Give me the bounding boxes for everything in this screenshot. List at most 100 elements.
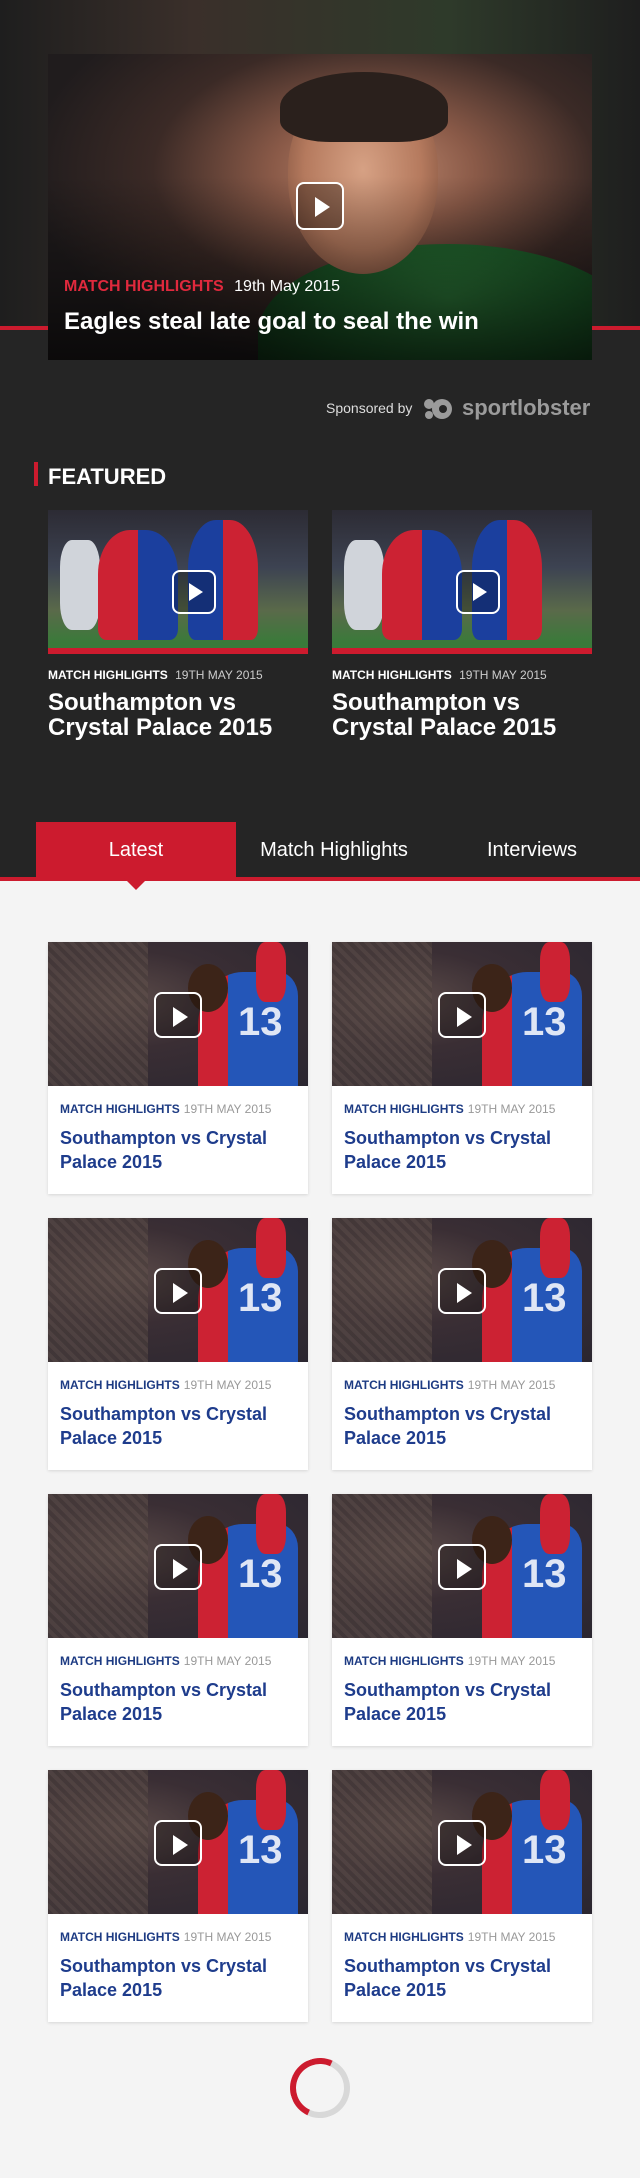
video-category: MATCH HIGHLIGHTS [344,1102,464,1116]
jersey-number: 13 [522,1552,567,1596]
featured-meta: MATCH HIGHLIGHTS 19TH MAY 2015 [48,668,308,682]
sponsor-label: Sponsored by [326,400,413,416]
featured-heading: FEATURED [48,464,167,489]
tab-latest[interactable]: Latest [36,822,236,890]
video-category: MATCH HIGHLIGHTS [344,1378,464,1392]
featured-card[interactable]: MATCH HIGHLIGHTS 19TH MAY 2015 Southampt… [48,510,308,740]
video-thumbnail[interactable]: 13 [48,942,308,1086]
crowd-background [48,942,148,1086]
sponsor-brand: sportlobster [462,395,591,420]
tab-interviews[interactable]: Interviews [432,822,632,878]
video-title[interactable]: Southampton vs Crystal Palace 2015 [344,1954,584,2002]
video-date: 19TH MAY 2015 [183,1930,272,1944]
video-date: 19TH MAY 2015 [183,1102,272,1116]
video-thumbnail[interactable]: 13 [332,942,592,1086]
video-category: MATCH HIGHLIGHTS [60,1930,180,1944]
jersey-number: 13 [522,1276,567,1320]
play-icon[interactable] [438,1268,486,1314]
hero-meta: MATCH HIGHLIGHTS 19th May 2015 [64,278,340,296]
player-figure [344,540,384,630]
video-date: 19TH MAY 2015 [467,1102,556,1116]
play-icon[interactable] [296,182,344,230]
featured-title[interactable]: Southampton vs Crystal Palace 2015 [48,690,308,740]
video-title[interactable]: Southampton vs Crystal Palace 2015 [60,1954,300,2002]
hero-date: 19th May 2015 [234,278,340,295]
featured-title[interactable]: Southampton vs Crystal Palace 2015 [332,690,592,740]
video-card[interactable]: 13 MATCH HIGHLIGHTS 19TH MAY 2015 Southampt… [332,1770,592,2022]
video-thumbnail[interactable]: 13 [48,1218,308,1362]
video-title[interactable]: Southampton vs Crystal Palace 2015 [344,1126,584,1174]
crowd-background [332,1218,432,1362]
featured-card[interactable]: MATCH HIGHLIGHTS 19TH MAY 2015 Southampt… [332,510,592,740]
thumbnail-stripe [332,648,592,654]
video-title[interactable]: Southampton vs Crystal Palace 2015 [60,1678,300,1726]
jersey-number: 13 [238,1000,283,1044]
play-icon[interactable] [438,1820,486,1866]
play-icon[interactable] [172,570,216,614]
video-card[interactable]: 13 MATCH HIGHLIGHTS 19TH MAY 2015 Southampt… [332,1494,592,1746]
featured-meta: MATCH HIGHLIGHTS 19TH MAY 2015 [332,668,592,682]
featured-thumbnail[interactable] [332,510,592,654]
hero-video[interactable]: MATCH HIGHLIGHTS 19th May 2015 Eagles st… [48,54,592,360]
video-meta: MATCH HIGHLIGHTS 19TH MAY 2015 [60,1654,271,1668]
video-category: MATCH HIGHLIGHTS [344,1654,464,1668]
play-icon[interactable] [154,1268,202,1314]
player-arm [540,942,570,1002]
play-icon[interactable] [438,1544,486,1590]
player-figure [60,540,100,630]
jersey-number: 13 [238,1552,283,1596]
sponsor[interactable]: Sponsored by sportlobster [326,395,592,422]
crowd-background [48,1770,148,1914]
featured-category: MATCH HIGHLIGHTS [332,668,452,682]
player-arm [540,1494,570,1554]
play-icon[interactable] [154,1820,202,1866]
jersey-number: 13 [522,1000,567,1044]
video-thumbnail[interactable]: 13 [332,1218,592,1362]
loading-spinner [281,2049,359,2127]
player-figure [98,530,178,640]
lobster-logo-icon [424,399,452,419]
video-date: 19TH MAY 2015 [467,1930,556,1944]
play-icon[interactable] [456,570,500,614]
player-arm [256,1218,286,1278]
jersey-number: 13 [238,1276,283,1320]
video-title[interactable]: Southampton vs Crystal Palace 2015 [344,1402,584,1450]
video-thumbnail[interactable]: 13 [332,1494,592,1638]
featured-date: 19TH MAY 2015 [459,668,547,682]
featured-category: MATCH HIGHLIGHTS [48,668,168,682]
hero-title[interactable]: Eagles steal late goal to seal the win [64,308,479,336]
video-title[interactable]: Southampton vs Crystal Palace 2015 [60,1126,300,1174]
tab-match-highlights[interactable]: Match Highlights [234,822,434,878]
video-grid: 13 MATCH HIGHLIGHTS 19TH MAY 2015 Southampt… [0,880,640,2178]
video-card[interactable]: 13 MATCH HIGHLIGHTS 19TH MAY 2015 Southampt… [48,1218,308,1470]
featured-accent-bar [34,462,38,486]
play-icon[interactable] [438,992,486,1038]
video-date: 19TH MAY 2015 [183,1654,272,1668]
video-card[interactable]: 13 MATCH HIGHLIGHTS 19TH MAY 2015 Southampt… [48,1770,308,2022]
video-category: MATCH HIGHLIGHTS [344,1930,464,1944]
video-category: MATCH HIGHLIGHTS [60,1654,180,1668]
featured-thumbnail[interactable] [48,510,308,654]
play-icon[interactable] [154,992,202,1038]
tab-bar: Latest Match Highlights Interviews [0,822,640,890]
video-title[interactable]: Southampton vs Crystal Palace 2015 [60,1402,300,1450]
video-category: MATCH HIGHLIGHTS [60,1378,180,1392]
video-card[interactable]: 13 MATCH HIGHLIGHTS 19TH MAY 2015 Southampt… [332,942,592,1194]
player-figure [382,530,462,640]
video-thumbnail[interactable]: 13 [48,1770,308,1914]
video-title[interactable]: Southampton vs Crystal Palace 2015 [344,1678,584,1726]
play-icon[interactable] [154,1544,202,1590]
featured-date: 19TH MAY 2015 [175,668,263,682]
video-thumbnail[interactable]: 13 [48,1494,308,1638]
video-meta: MATCH HIGHLIGHTS 19TH MAY 2015 [60,1378,271,1392]
video-card[interactable]: 13 MATCH HIGHLIGHTS 19TH MAY 2015 Southampt… [332,1218,592,1470]
player-arm [540,1218,570,1278]
video-card[interactable]: 13 MATCH HIGHLIGHTS 19TH MAY 2015 Southampt… [48,1494,308,1746]
video-meta: MATCH HIGHLIGHTS 19TH MAY 2015 [344,1378,555,1392]
video-date: 19TH MAY 2015 [183,1378,272,1392]
video-thumbnail[interactable]: 13 [332,1770,592,1914]
video-card[interactable]: 13 MATCH HIGHLIGHTS 19TH MAY 2015 Southampt… [48,942,308,1194]
crowd-background [332,942,432,1086]
crowd-background [48,1494,148,1638]
player-arm [256,942,286,1002]
